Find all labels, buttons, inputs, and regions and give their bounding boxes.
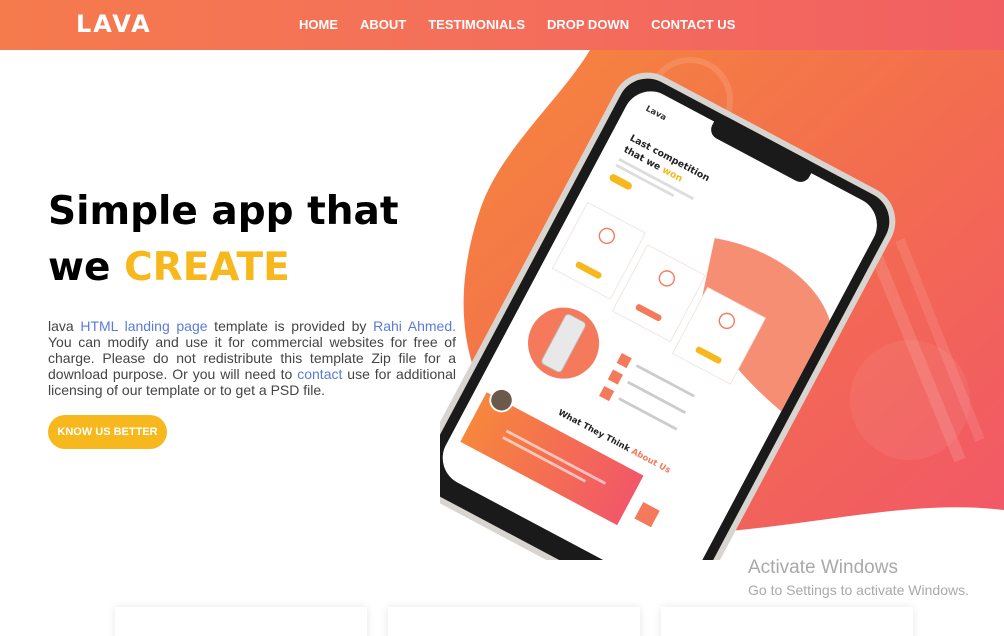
hero-title: Simple app that we CREATE [48,184,468,296]
top-navbar: LAVA HOME ABOUT TESTIMONIALS DROP DOWN C… [0,0,1004,50]
activate-windows-watermark: Activate Windows Go to Settings to activ… [748,557,969,601]
contact-link[interactable]: contact [297,366,342,382]
feature-card [661,607,913,636]
hero-title-accent: CREATE [124,245,290,290]
hero-desc-text-2: template is provided by [207,318,374,334]
hero-title-prefix: we [48,245,111,290]
nav-contact-us[interactable]: CONTACT US [651,17,735,32]
hero-title-line1: Simple app that [48,189,399,234]
watermark-subtitle: Go to Settings to activate Windows. [748,582,969,598]
main-nav: HOME ABOUT TESTIMONIALS DROP DOWN CONTAC… [299,17,757,32]
hero-phone-illustration: Lava Last competition that we won What T… [440,50,1004,560]
hero-description: lava HTML landing page template is provi… [48,318,456,398]
know-us-better-button[interactable]: KNOW US BETTER [48,415,167,449]
html-landing-page-link[interactable]: HTML landing page [80,318,207,334]
feature-card [115,607,367,636]
nav-about[interactable]: ABOUT [360,17,406,32]
feature-card [388,607,640,636]
nav-testimonials[interactable]: TESTIMONIALS [428,17,525,32]
nav-dropdown[interactable]: DROP DOWN [547,17,629,32]
watermark-title: Activate Windows [748,557,898,578]
hero-desc-text-1: lava [48,318,81,334]
nav-home[interactable]: HOME [299,17,338,32]
brand-logo[interactable]: LAVA [76,10,152,38]
